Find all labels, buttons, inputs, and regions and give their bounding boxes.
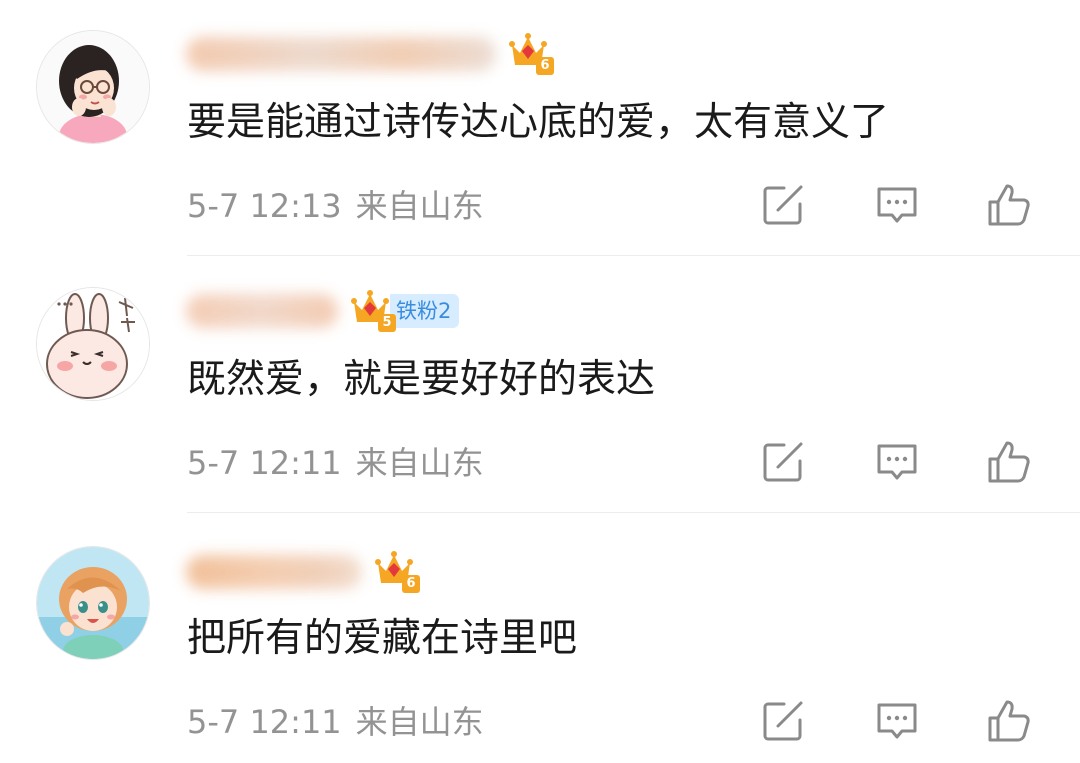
bunny-avatar-icon [37,288,149,400]
divider [187,512,1080,513]
comment-button[interactable] [872,437,922,487]
username-blurred[interactable] [186,555,362,589]
comment-time: 5-7 12:13 [187,187,342,225]
thumbs-up-icon [988,184,1030,226]
level-number: 5 [378,314,396,332]
level-number: 6 [536,57,554,75]
comment-location: 来自山东 [355,444,484,482]
level-number: 6 [402,575,420,593]
username-blurred[interactable] [186,37,496,71]
comment-button[interactable] [872,696,922,746]
crown-badge[interactable]: 6 [508,31,554,77]
comment-text: 既然爱，就是要好好的表达 [187,357,656,402]
anime-girl-avatar-icon [37,547,149,659]
user-avatar[interactable] [36,546,150,660]
comment-time: 5-7 12:11 [187,444,342,482]
like-button[interactable] [984,180,1034,230]
thumbs-up-icon [988,441,1030,483]
thumbs-up-icon [988,700,1030,742]
fan-badge[interactable]: 铁粉2 [390,294,460,328]
repost-button[interactable] [758,437,808,487]
like-button[interactable] [984,437,1034,487]
username-blurred[interactable] [186,294,338,328]
user-avatar[interactable] [36,287,150,401]
name-row: 6 [186,548,420,596]
comment-meta: 5-7 12:13 来自山东 [187,184,484,228]
comment-location: 来自山东 [355,187,484,225]
comment-text: 把所有的爱藏在诗里吧 [187,616,578,661]
comment-meta: 5-7 12:11 来自山东 [187,441,484,485]
repost-icon [763,701,803,741]
comment-item: 6 把所有的爱藏在诗里吧 5-7 12:11 来自山东 [0,514,1080,763]
divider [187,255,1080,256]
user-avatar[interactable] [36,30,150,144]
comment-item: 5 铁粉2 既然爱，就是要好好的表达 5-7 12:11 来自山东 [0,257,1080,513]
name-row: 5 铁粉2 [186,287,460,335]
like-button[interactable] [984,696,1034,746]
comment-text: 要是能通过诗传达心底的爱，太有意义了 [187,100,890,145]
repost-button[interactable] [758,180,808,230]
repost-icon [763,185,803,225]
comment-time: 5-7 12:11 [187,703,342,741]
comment-meta: 5-7 12:11 来自山东 [187,700,484,744]
crown-badge[interactable]: 5 [350,288,396,334]
comment-icon [877,187,917,223]
repost-icon [763,442,803,482]
crown-badge[interactable]: 6 [374,549,420,595]
name-row: 6 [186,30,554,78]
comment-item: 6 要是能通过诗传达心底的爱，太有意义了 5-7 12:13 来自山东 [0,0,1080,256]
comment-icon [877,444,917,480]
comment-button[interactable] [872,180,922,230]
comment-location: 来自山东 [355,703,484,741]
comment-icon [877,703,917,739]
repost-button[interactable] [758,696,808,746]
girl-glasses-avatar-icon [37,31,149,143]
